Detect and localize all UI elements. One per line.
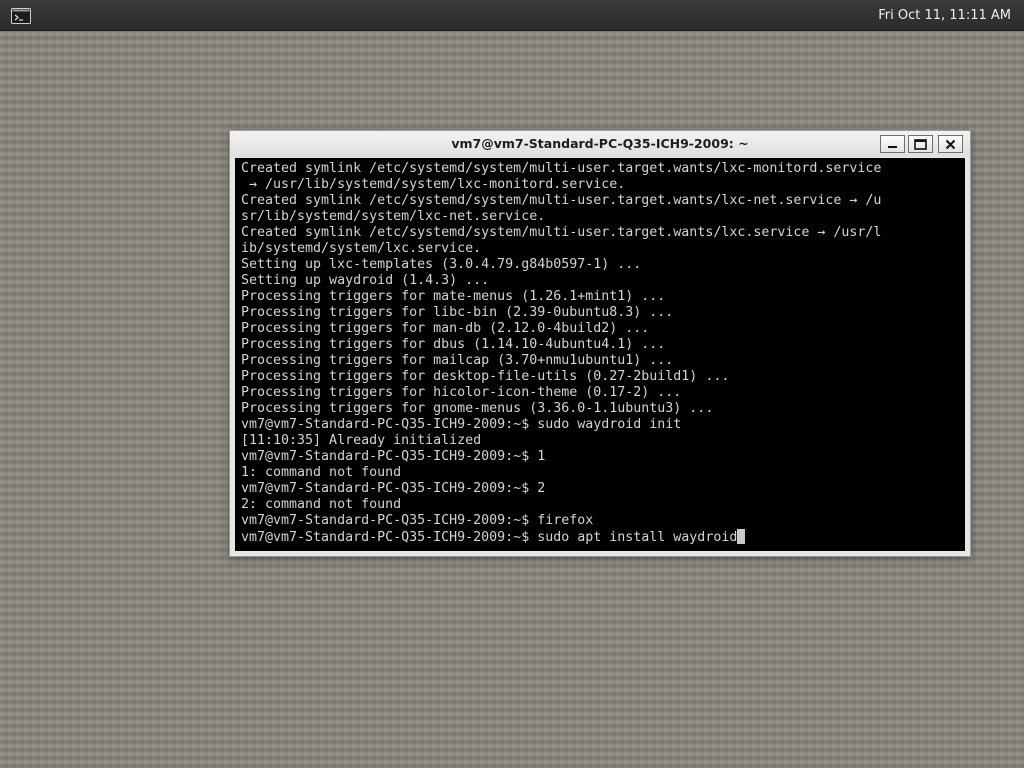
terminal-line: Setting up lxc-templates (3.0.4.79.g84b0…	[241, 257, 642, 272]
terminal-line: vm7@vm7-Standard-PC-Q35-ICH9-2009:~$ fir…	[241, 513, 594, 528]
terminal-prompt-line[interactable]: vm7@vm7-Standard-PC-Q35-ICH9-2009:~$ sud…	[241, 529, 965, 545]
terminal-text: Created symlink /etc/systemd/system/mult…	[241, 161, 965, 545]
text-cursor	[737, 529, 746, 544]
prompt-input-text: vm7@vm7-Standard-PC-Q35-ICH9-2009:~$ sud…	[241, 530, 738, 545]
terminal-line: Processing triggers for man-db (2.12.0-4…	[241, 321, 650, 336]
terminal-output-area[interactable]: Created symlink /etc/systemd/system/mult…	[235, 158, 965, 551]
terminal-line: Created symlink /etc/systemd/system/mult…	[241, 193, 882, 208]
terminal-line: Processing triggers for mailcap (3.70+nm…	[241, 353, 674, 368]
terminal-window[interactable]: vm7@vm7-Standard-PC-Q35-ICH9-2009: ~ Cre…	[229, 130, 971, 557]
terminal-line: Processing triggers for dbus (1.14.10-4u…	[241, 337, 666, 352]
terminal-line: Processing triggers for hicolor-icon-the…	[241, 385, 682, 400]
terminal-line: Processing triggers for gnome-menus (3.3…	[241, 401, 714, 416]
terminal-line: Processing triggers for desktop-file-uti…	[241, 369, 730, 384]
terminal-line: Setting up waydroid (1.4.3) ...	[241, 273, 490, 288]
terminal-icon	[11, 7, 31, 24]
terminal-line: → /usr/lib/systemd/system/lxc-monitord.s…	[241, 177, 626, 192]
terminal-line: Created symlink /etc/systemd/system/mult…	[241, 225, 882, 240]
terminal-launcher-button[interactable]	[8, 5, 34, 26]
window-title: vm7@vm7-Standard-PC-Q35-ICH9-2009: ~	[451, 136, 749, 151]
window-titlebar[interactable]: vm7@vm7-Standard-PC-Q35-ICH9-2009: ~	[230, 131, 970, 157]
terminal-line: sr/lib/systemd/system/lxc-net.service.	[241, 209, 546, 224]
terminal-line: ib/systemd/system/lxc.service.	[241, 241, 482, 256]
terminal-line: [11:10:35] Already initialized	[241, 433, 482, 448]
terminal-line: Created symlink /etc/systemd/system/mult…	[241, 161, 882, 176]
terminal-line: 2: command not found	[241, 497, 402, 512]
minimize-button[interactable]	[880, 135, 905, 153]
panel-clock[interactable]: Fri Oct 11, 11:11 AM	[878, 7, 1011, 24]
terminal-line: vm7@vm7-Standard-PC-Q35-ICH9-2009:~$ sud…	[241, 417, 682, 432]
top-panel: Fri Oct 11, 11:11 AM	[0, 0, 1024, 31]
maximize-button[interactable]	[908, 135, 933, 153]
close-icon	[945, 139, 956, 150]
terminal-line: vm7@vm7-Standard-PC-Q35-ICH9-2009:~$ 1	[241, 449, 546, 464]
terminal-line: 1: command not found	[241, 465, 402, 480]
minimize-icon	[887, 139, 898, 149]
maximize-icon	[914, 138, 927, 150]
terminal-line: vm7@vm7-Standard-PC-Q35-ICH9-2009:~$ 2	[241, 481, 546, 496]
close-button[interactable]	[938, 135, 963, 153]
terminal-line: Processing triggers for libc-bin (2.39-0…	[241, 305, 674, 320]
terminal-line: Processing triggers for mate-menus (1.26…	[241, 289, 666, 304]
